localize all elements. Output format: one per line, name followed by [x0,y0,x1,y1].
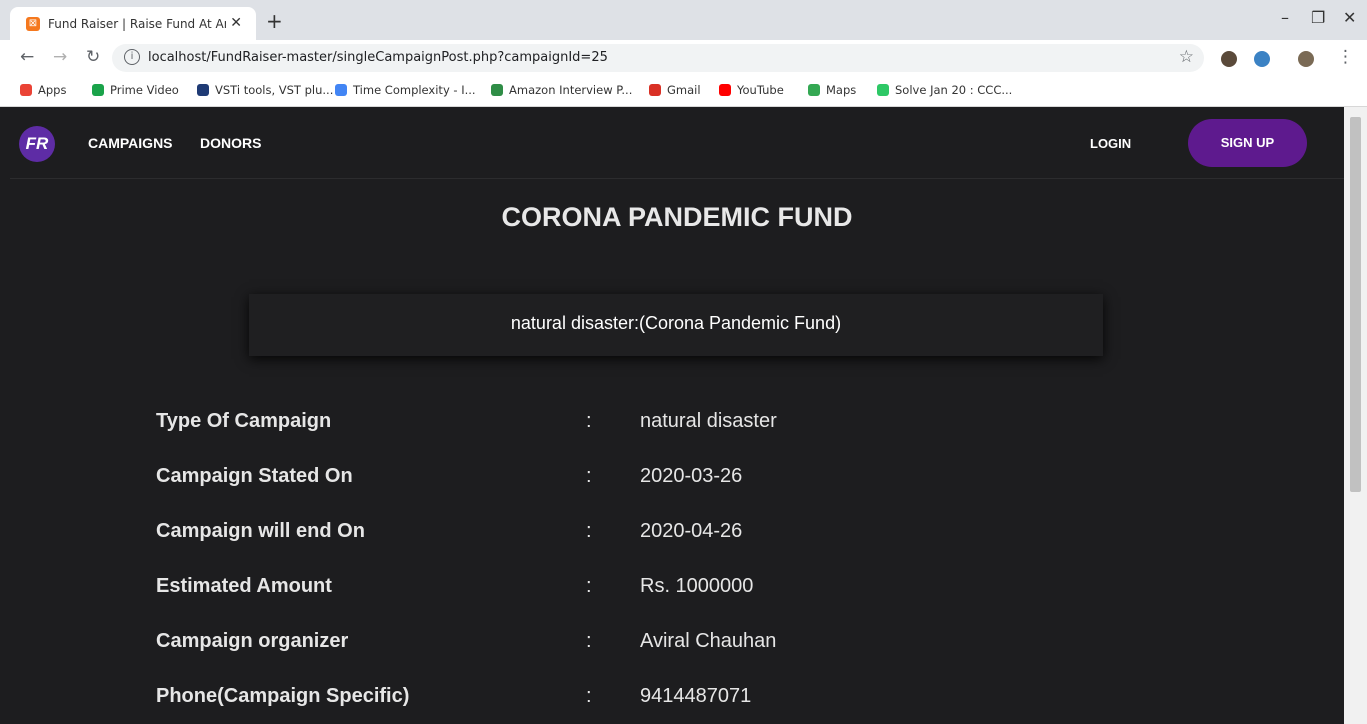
extension-icon[interactable] [1254,51,1270,67]
detail-value: 2020-03-26 [640,465,743,487]
new-tab-button[interactable]: + [266,9,283,33]
detail-label: Campaign Stated On [156,465,353,487]
minimize-icon[interactable]: – [1281,8,1289,27]
page-title: CORONA PANDEMIC FUND [501,202,853,232]
star-icon[interactable]: ☆ [1179,47,1194,67]
detail-value: natural disaster [640,410,777,432]
detail-row: Campaign Stated On : 2020-03-26 [10,465,1344,503]
forward-icon[interactable]: → [53,47,67,67]
detail-row: Estimated Amount : Rs. 1000000 [10,575,1344,613]
nav-donors[interactable]: DONORS [200,135,261,151]
detail-row: Campaign will end On : 2020-04-26 [10,520,1344,558]
bookmark-amazon-interview[interactable]: Amazon Interview P... [491,83,632,97]
bookmark-gmail[interactable]: Gmail [649,83,701,97]
bookmark-time-complexity[interactable]: Time Complexity - I... [335,83,476,97]
info-icon[interactable]: i [124,49,140,65]
browser-tab[interactable]: ⊠ Fund Raiser | Raise Fund At An Ea ✕ [10,7,256,40]
bookmarks-bar: Apps Prime Video VSTi tools, VST plu... … [0,76,1367,107]
page-scrollbar[interactable] [1344,107,1367,724]
browser-toolbar: ← → ↻ i localhost/FundRaiser-master/sing… [0,40,1367,76]
detail-label: Campaign will end On [156,520,365,542]
vsti-icon [197,84,209,96]
detail-value: 2020-04-26 [640,520,743,542]
geeksforgeeks-icon [491,84,503,96]
detail-row: Phone(Campaign Specific) : 9414487071 [10,685,1344,723]
time-complexity-icon [335,84,347,96]
detail-value: Rs. 1000000 [640,575,754,597]
back-icon[interactable]: ← [20,47,34,67]
extension-icon[interactable] [1221,51,1237,67]
login-link[interactable]: LOGIN [1090,136,1131,151]
tab-close-icon[interactable]: ✕ [230,15,242,31]
address-bar[interactable]: i localhost/FundRaiser-master/singleCamp… [112,44,1204,72]
bookmark-youtube[interactable]: YouTube [719,83,784,97]
campaign-subtitle: natural disaster:(Corona Pandemic Fund) [510,313,842,333]
nav-campaigns[interactable]: CAMPAIGNS [88,135,173,151]
detail-label: Type Of Campaign [156,410,332,432]
site-navbar: FR CAMPAIGNS DONORS LOGIN SIGN UP [10,107,1344,179]
scrollbar-thumb[interactable] [1350,117,1361,492]
detail-separator: : [586,685,592,707]
bookmark-maps[interactable]: Maps [808,83,856,97]
bookmark-apps[interactable]: Apps [20,83,66,97]
reload-icon[interactable]: ↻ [86,47,100,67]
youtube-icon [719,84,731,96]
hackerrank-icon [877,84,889,96]
detail-separator: : [586,575,592,597]
apps-icon [20,84,32,96]
maps-icon [808,84,820,96]
site-logo[interactable]: FR [19,126,55,162]
url-text[interactable]: localhost/FundRaiser-master/singleCampai… [148,50,608,65]
detail-value: Aviral Chauhan [640,630,777,652]
tab-title: Fund Raiser | Raise Fund At An Ea [48,17,226,31]
gmail-icon [649,84,661,96]
detail-label: Phone(Campaign Specific) [156,685,410,707]
detail-label: Estimated Amount [156,575,332,597]
bookmark-solve-jan-20[interactable]: Solve Jan 20 : CCC... [877,83,1012,97]
campaign-detail: CORONA PANDEMIC FUND natural disaster:(C… [10,178,1344,724]
detail-separator: : [586,410,592,432]
detail-separator: : [586,465,592,487]
prime-video-icon [92,84,104,96]
detail-row: Campaign organizer : Aviral Chauhan [10,630,1344,668]
campaign-subtitle-card: natural disaster:(Corona Pandemic Fund) [249,294,1103,356]
bookmark-prime-video[interactable]: Prime Video [92,83,179,97]
menu-icon[interactable]: ⋮ [1337,47,1354,67]
detail-row: Type Of Campaign : natural disaster [10,410,1344,448]
bookmark-vsti-tools[interactable]: VSTi tools, VST plu... [197,83,333,97]
profile-avatar[interactable] [1298,51,1314,67]
restore-icon[interactable]: ❐ [1311,8,1325,27]
site-favicon-icon: ⊠ [26,17,40,31]
browser-tab-strip: ⊠ Fund Raiser | Raise Fund At An Ea ✕ + … [0,0,1367,40]
detail-separator: : [586,630,592,652]
signup-button[interactable]: SIGN UP [1188,119,1307,167]
close-icon[interactable]: ✕ [1343,8,1356,27]
detail-label: Campaign organizer [156,630,349,652]
detail-value: 9414487071 [640,685,752,707]
detail-separator: : [586,520,592,542]
